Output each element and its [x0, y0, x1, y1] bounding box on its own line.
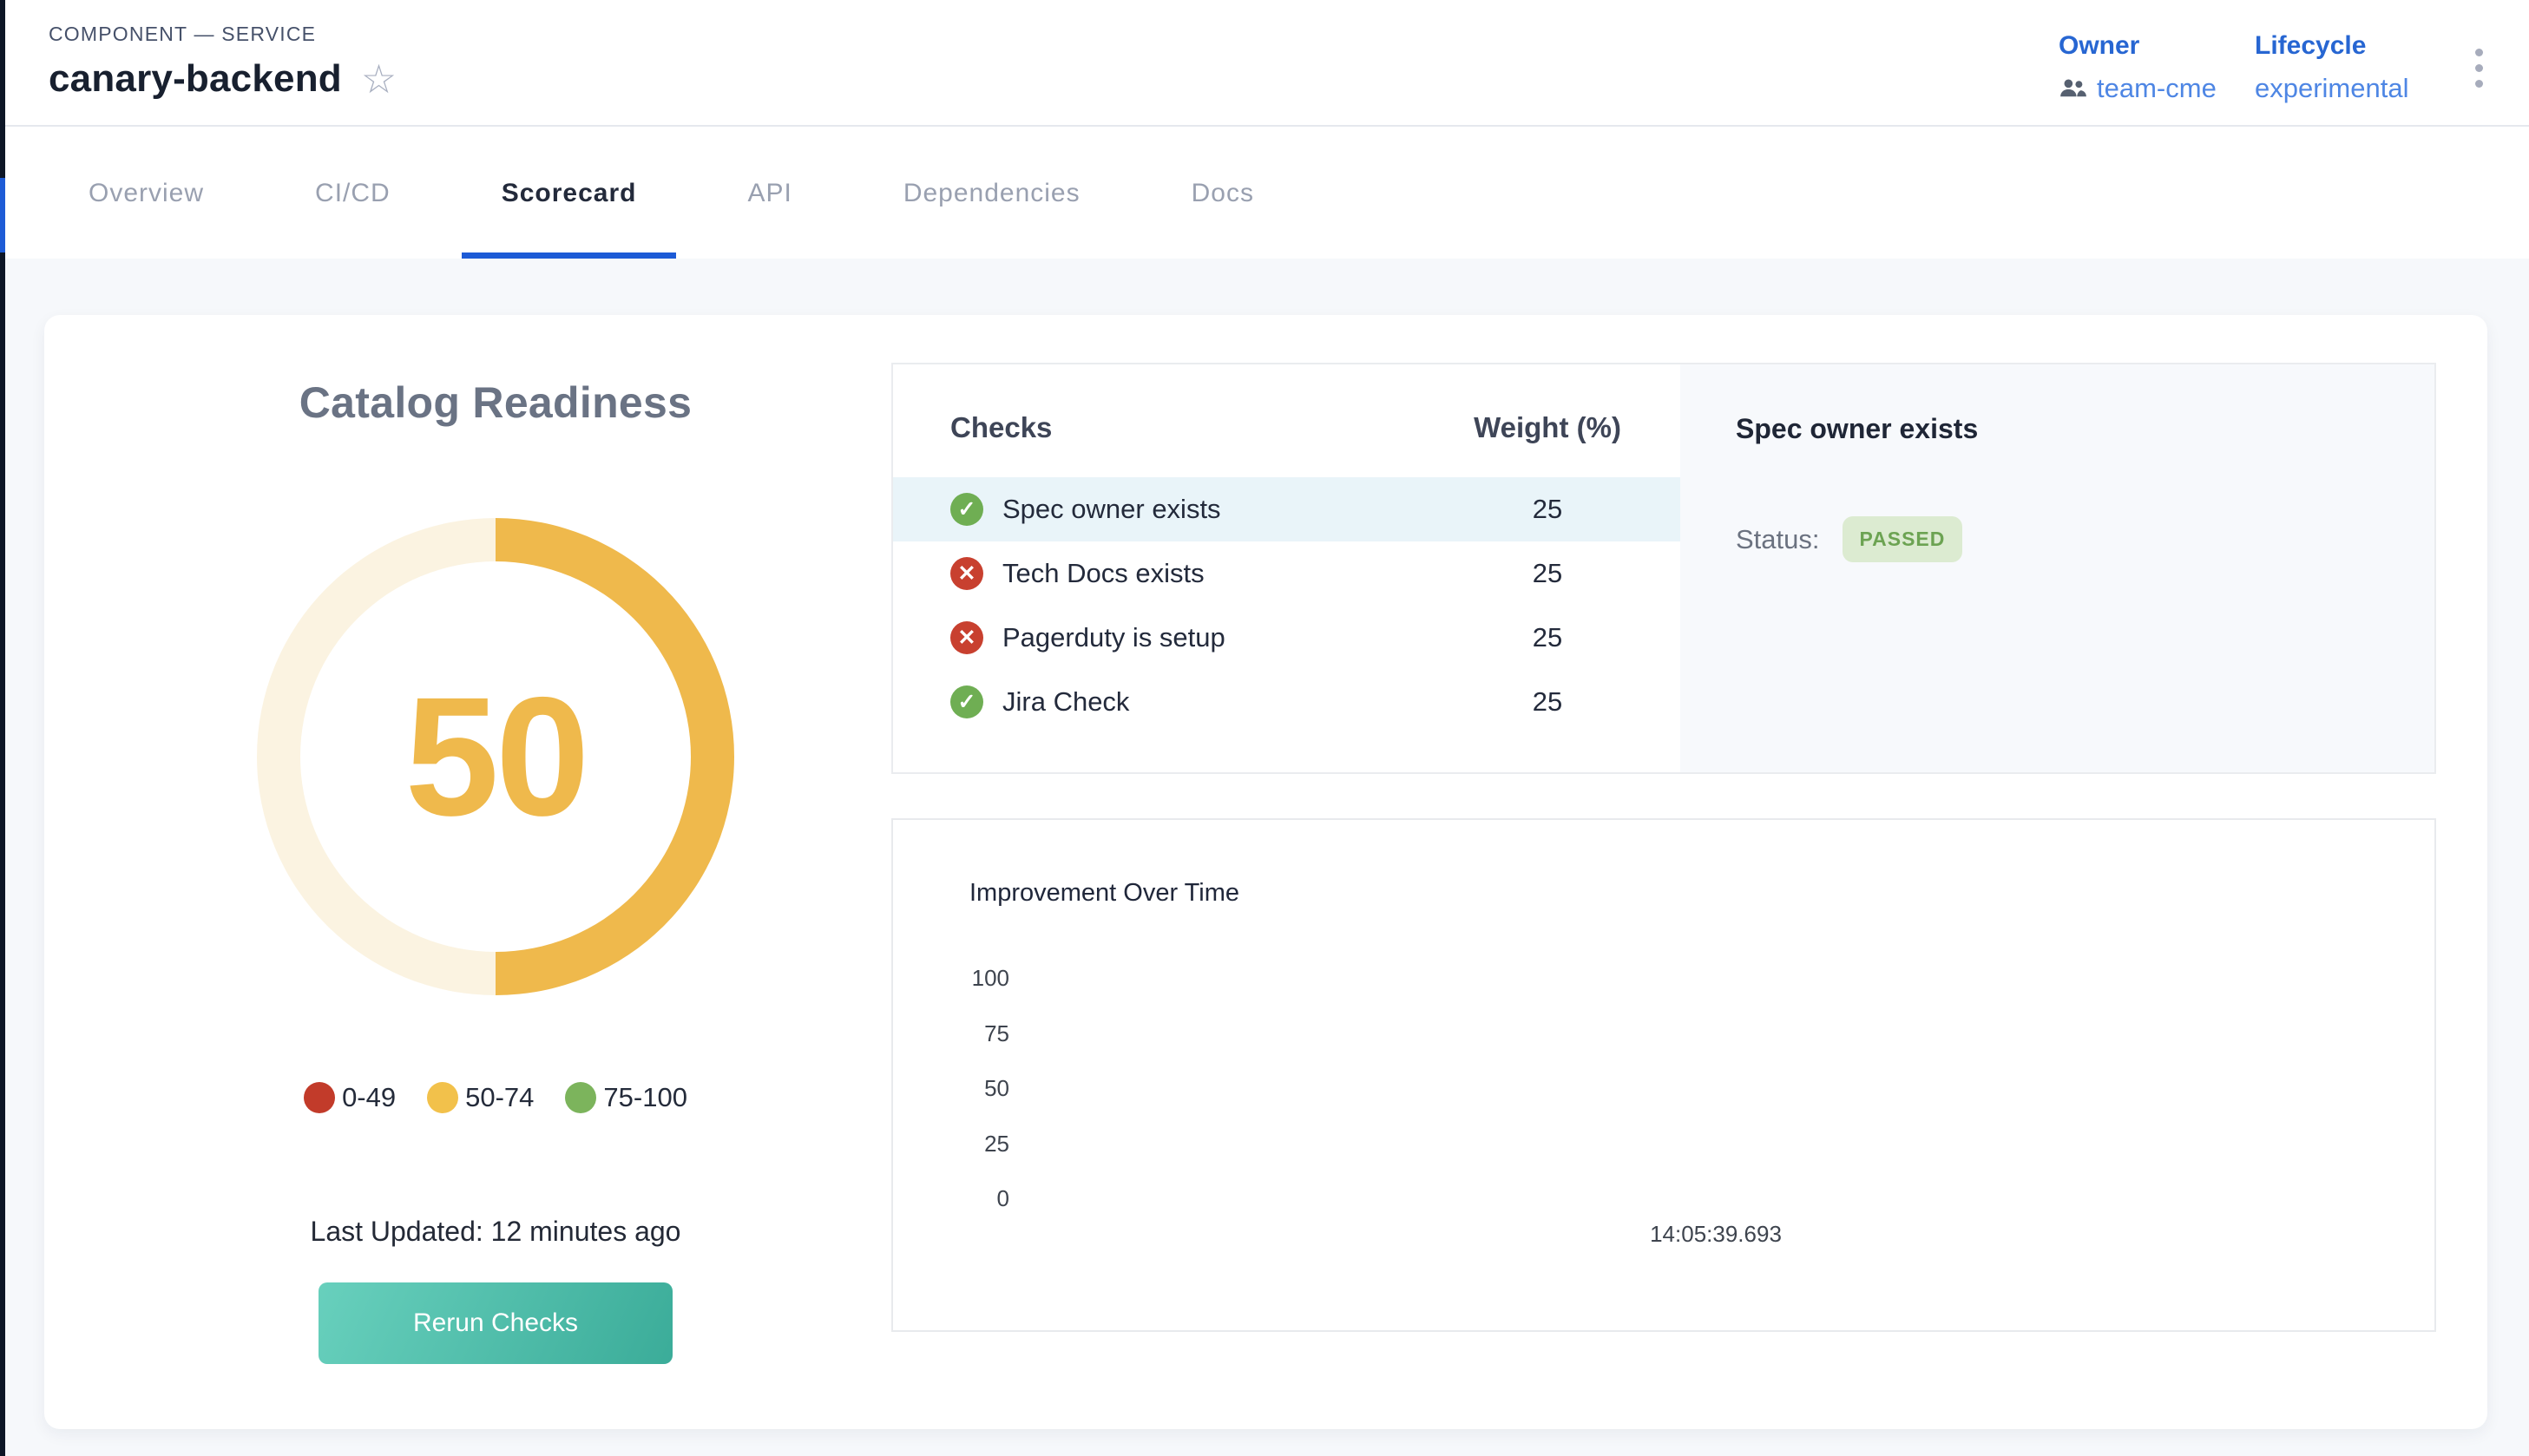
checks-table: Checks Weight (%) ✓Spec owner exists25✕T…	[893, 364, 1680, 772]
owner-label: Owner	[2059, 31, 2217, 61]
y-tick-label: 75	[919, 1020, 1009, 1046]
lifecycle-value: experimental	[2255, 73, 2408, 104]
check-weight: 25	[1474, 558, 1621, 589]
pass-check-icon: ✓	[950, 685, 983, 718]
y-tick-label: 50	[919, 1075, 1009, 1101]
last-updated-text: Last Updated: 12 minutes ago	[311, 1216, 681, 1248]
owner-block: Owner team-cme	[2059, 31, 2217, 104]
score-donut-gauge: 50	[257, 518, 734, 995]
improvement-chart: Improvement Over Time 100 75 50 25 0 14:05:3…	[891, 818, 2436, 1332]
check-name: Jira Check	[1002, 686, 1474, 718]
check-weight: 25	[1474, 622, 1621, 653]
status-badge: PASSED	[1843, 516, 1963, 562]
lifecycle-block: Lifecycle experimental	[2255, 31, 2408, 104]
legend-dot-icon	[304, 1082, 335, 1113]
status-row: Status: PASSED	[1736, 516, 2434, 562]
score-value: 50	[257, 518, 734, 995]
tab-dependencies[interactable]: Dependencies	[864, 128, 1120, 259]
tab-ci-cd[interactable]: CI/CD	[275, 128, 430, 259]
more-options-icon[interactable]	[2472, 45, 2486, 91]
entity-header: COMPONENT — SERVICE canary-backend ☆ Own…	[5, 0, 2529, 127]
fail-cross-icon: ✕	[950, 621, 983, 654]
tab-docs[interactable]: Docs	[1152, 128, 1294, 259]
title-row: canary-backend ☆	[49, 57, 397, 101]
status-label: Status:	[1736, 524, 1820, 555]
legend-dot-icon	[427, 1082, 458, 1113]
app-window: COMPONENT — SERVICE canary-backend ☆ Own…	[0, 0, 2529, 1456]
legend-label: 50-74	[465, 1082, 534, 1113]
legend-label: 75-100	[603, 1082, 687, 1113]
check-weight: 25	[1474, 494, 1621, 525]
check-row[interactable]: ✕ Pagerduty is setup25	[893, 606, 1680, 670]
check-detail-panel: Spec owner exists Status: PASSED	[1680, 364, 2434, 772]
check-row[interactable]: ✕ Tech Docs exists25	[893, 541, 1680, 606]
weight-column-header: Weight (%)	[1474, 411, 1621, 444]
scorecard-card: Catalog Readiness 50 0-49 50-74 75-100 Las…	[44, 315, 2487, 1429]
content-area: Catalog Readiness 50 0-49 50-74 75-100 Las…	[5, 259, 2529, 1456]
tab-api[interactable]: API	[707, 128, 831, 259]
gauge-title: Catalog Readiness	[299, 377, 692, 428]
sidebar-active-indicator	[0, 178, 5, 253]
tab-overview[interactable]: Overview	[49, 128, 244, 259]
check-row[interactable]: ✓ Spec owner exists25	[893, 477, 1680, 541]
lifecycle-label: Lifecycle	[2255, 31, 2408, 61]
page-title: canary-backend	[49, 57, 342, 101]
owner-link[interactable]: team-cme	[2097, 73, 2217, 104]
y-tick-label: 25	[919, 1131, 1009, 1157]
checks-table-header: Checks Weight (%)	[893, 364, 1680, 444]
check-name: Spec owner exists	[1002, 494, 1474, 525]
legend-item: 50-74	[427, 1082, 534, 1113]
people-icon	[2059, 78, 2088, 99]
check-detail-title: Spec owner exists	[1736, 413, 2434, 445]
pass-check-icon: ✓	[950, 493, 983, 526]
rerun-checks-button[interactable]: Rerun Checks	[319, 1282, 673, 1364]
tabs: OverviewCI/CDScorecardAPI DependenciesDoc…	[5, 128, 2529, 259]
favorite-star-icon[interactable]: ☆	[361, 59, 397, 99]
checks-column-header: Checks	[950, 411, 1474, 444]
legend-item: 75-100	[565, 1082, 687, 1113]
breadcrumb: COMPONENT — SERVICE	[49, 23, 316, 46]
tab-scorecard[interactable]: Scorecard	[462, 128, 677, 259]
legend-dot-icon	[565, 1082, 596, 1113]
score-legend: 0-49 50-74 75-100	[304, 1082, 687, 1113]
y-tick-label: 0	[919, 1185, 1009, 1211]
check-weight: 25	[1474, 686, 1621, 718]
checks-rows: ✓Spec owner exists25✕Tech Docs exists25✕…	[893, 477, 1680, 734]
y-tick-label: 100	[919, 965, 1009, 991]
chart-title: Improvement Over Time	[969, 879, 1239, 908]
collapsed-sidebar-edge	[0, 0, 5, 1456]
fail-cross-icon: ✕	[950, 557, 983, 590]
legend-label: 0-49	[342, 1082, 396, 1113]
check-name: Tech Docs exists	[1002, 558, 1474, 589]
gauge-section: Catalog Readiness 50 0-49 50-74 75-100 Las…	[72, 315, 919, 1429]
x-tick-label: 14:05:39.693	[1586, 1221, 1846, 1248]
checks-and-detail: Checks Weight (%) ✓Spec owner exists25✕T…	[891, 363, 2436, 774]
legend-item: 0-49	[304, 1082, 396, 1113]
check-name: Pagerduty is setup	[1002, 622, 1474, 653]
check-row[interactable]: ✓ Jira Check25	[893, 670, 1680, 734]
